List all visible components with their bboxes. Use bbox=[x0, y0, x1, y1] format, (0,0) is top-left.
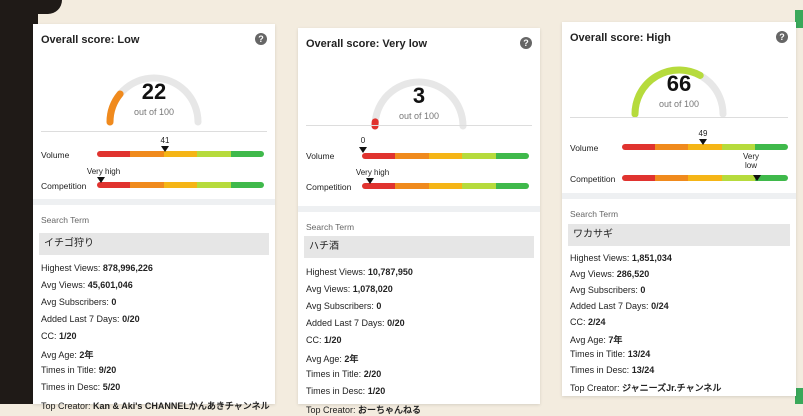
score-panel: Overall score: Very low ? 3 out of 100 V… bbox=[298, 28, 540, 233]
search-term-label: Search Term bbox=[570, 209, 618, 219]
competition-marker-label: Very high bbox=[81, 167, 126, 176]
search-term-value: イチゴ狩り bbox=[39, 233, 269, 255]
stat-times-in-title: Times in Title: 9/20 bbox=[41, 365, 116, 375]
volume-marker bbox=[359, 147, 367, 153]
search-term-label: Search Term bbox=[41, 215, 89, 225]
stat-times-in-title: Times in Title: 2/20 bbox=[306, 369, 381, 379]
stat-avg-subscribers: Avg Subscribers: 0 bbox=[41, 297, 116, 307]
competition-label: Competition bbox=[570, 174, 615, 184]
competition-label: Competition bbox=[306, 182, 351, 192]
stat-added-last-7-days: Added Last 7 Days: 0/20 bbox=[306, 318, 405, 328]
overall-score-title: Overall score: High bbox=[570, 32, 671, 44]
score-gauge: 3 out of 100 bbox=[364, 68, 474, 138]
question-mark-icon[interactable]: ? bbox=[776, 31, 788, 43]
search-term-label: Search Term bbox=[306, 222, 354, 232]
stat-avg-subscribers: Avg Subscribers: 0 bbox=[306, 301, 381, 311]
competition-marker bbox=[97, 177, 105, 183]
stat-avg-views: Avg Views: 1,078,020 bbox=[306, 284, 393, 294]
stat-top-creator: Top Creator: Kan & Aki's CHANNELかんあきチャンネ… bbox=[41, 399, 270, 412]
volume-marker-label: 41 bbox=[155, 136, 175, 145]
divider bbox=[41, 131, 267, 132]
stat-times-in-title: Times in Title: 13/24 bbox=[570, 349, 650, 359]
volume-bar bbox=[97, 151, 264, 157]
stat-highest-views: Highest Views: 878,996,226 bbox=[41, 263, 153, 273]
stat-cc: CC: 1/20 bbox=[306, 335, 342, 345]
divider bbox=[570, 117, 788, 118]
volume-label: Volume bbox=[41, 150, 69, 160]
score-gauge: 22 out of 100 bbox=[99, 64, 209, 134]
overall-score-title: Overall score: Very low bbox=[306, 38, 427, 50]
keyword-card-1: Overall score: Low ? 22 out of 100 Volum… bbox=[33, 24, 275, 404]
search-term-value: ワカサギ bbox=[568, 224, 790, 246]
stat-cc: CC: 2/24 bbox=[570, 317, 606, 327]
background-right-edge bbox=[795, 0, 803, 404]
competition-bar bbox=[362, 183, 529, 189]
volume-label: Volume bbox=[570, 143, 598, 153]
overall-score-title: Overall score: Low bbox=[41, 34, 139, 46]
score-value: 22 bbox=[99, 79, 209, 105]
stat-top-creator: Top Creator: おーちゃんねる bbox=[306, 403, 421, 416]
stat-times-in-desc: Times in Desc: 5/20 bbox=[41, 382, 120, 392]
competition-marker bbox=[753, 175, 761, 181]
competition-bar bbox=[622, 175, 788, 181]
keyword-details: Search Term ハチ酒 Highest Views: 10,787,95… bbox=[298, 206, 540, 404]
competition-bar bbox=[97, 182, 264, 188]
competition-marker bbox=[366, 178, 374, 184]
stat-avg-views: Avg Views: 286,520 bbox=[570, 269, 649, 279]
keyword-details: Search Term ワカサギ Highest Views: 1,851,03… bbox=[562, 193, 796, 396]
score-gauge: 66 out of 100 bbox=[624, 56, 734, 126]
stat-added-last-7-days: Added Last 7 Days: 0/20 bbox=[41, 314, 140, 324]
volume-marker bbox=[699, 139, 707, 145]
search-term-value: ハチ酒 bbox=[304, 236, 534, 258]
stat-avg-views: Avg Views: 45,601,046 bbox=[41, 280, 133, 290]
stat-times-in-desc: Times in Desc: 13/24 bbox=[570, 365, 654, 375]
green-accent-bottom bbox=[795, 388, 803, 404]
stat-top-creator: Top Creator: ジャニーズJr.チャンネル bbox=[570, 381, 721, 394]
keyword-card-3: Overall score: High ? 66 out of 100 Volu… bbox=[562, 22, 796, 396]
stat-added-last-7-days: Added Last 7 Days: 0/24 bbox=[570, 301, 669, 311]
stat-highest-views: Highest Views: 10,787,950 bbox=[306, 267, 413, 277]
question-mark-icon[interactable]: ? bbox=[520, 37, 532, 49]
divider bbox=[306, 125, 532, 126]
volume-marker bbox=[161, 146, 169, 152]
stat-avg-age: Avg Age: 7年 bbox=[570, 333, 622, 346]
keyword-card-2: Overall score: Very low ? 3 out of 100 V… bbox=[298, 28, 540, 404]
stat-avg-age: Avg Age: 2年 bbox=[41, 348, 93, 361]
score-value: 3 bbox=[364, 83, 474, 109]
keyword-details: Search Term イチゴ狩り Highest Views: 878,996… bbox=[33, 199, 275, 404]
volume-label: Volume bbox=[306, 151, 334, 161]
competition-label: Competition bbox=[41, 181, 86, 191]
stat-avg-subscribers: Avg Subscribers: 0 bbox=[570, 285, 645, 295]
score-out-of: out of 100 bbox=[364, 111, 474, 121]
score-out-of: out of 100 bbox=[624, 99, 734, 109]
stat-highest-views: Highest Views: 1,851,034 bbox=[570, 253, 672, 263]
stat-times-in-desc: Times in Desc: 1/20 bbox=[306, 386, 385, 396]
volume-marker-label: 0 bbox=[356, 136, 370, 145]
competition-marker-label: Very low bbox=[736, 152, 766, 170]
volume-bar bbox=[362, 153, 529, 159]
stat-avg-age: Avg Age: 2年 bbox=[306, 352, 358, 365]
score-out-of: out of 100 bbox=[99, 107, 209, 117]
green-accent-top bbox=[795, 10, 803, 28]
question-mark-icon[interactable]: ? bbox=[255, 33, 267, 45]
volume-marker-label: 49 bbox=[696, 129, 710, 138]
stat-cc: CC: 1/20 bbox=[41, 331, 77, 341]
score-value: 66 bbox=[624, 71, 734, 97]
competition-marker-label: Very high bbox=[350, 168, 395, 177]
